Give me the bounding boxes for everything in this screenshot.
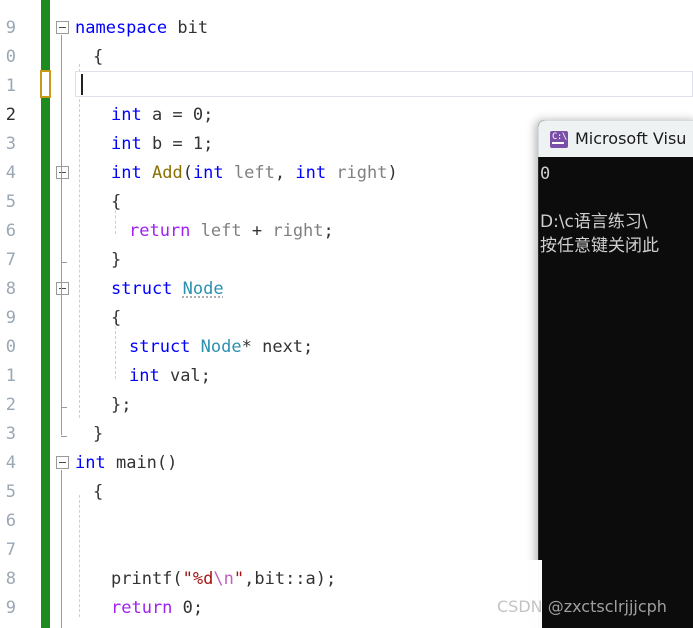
- code-token: return: [111, 598, 173, 618]
- code-token: ": [233, 569, 245, 589]
- code-token: struct: [111, 279, 173, 299]
- code-token: int: [75, 453, 106, 473]
- console-output-line: 按任意键关闭此: [540, 236, 659, 256]
- fold-region-end: [61, 407, 67, 408]
- code-token: }: [111, 250, 122, 270]
- code-token: struct: [129, 337, 191, 357]
- code-token: (): [156, 453, 178, 473]
- code-line[interactable]: }: [111, 246, 121, 275]
- code-token: 0: [182, 598, 193, 618]
- code-token: int: [111, 134, 142, 154]
- code-token: left: [200, 221, 242, 241]
- code-token: Node: [200, 337, 242, 357]
- code-token: \n: [213, 569, 234, 589]
- code-token: {: [93, 47, 104, 67]
- console-window-title: Microsoft Visu: [575, 129, 687, 148]
- code-token: ): [387, 163, 398, 183]
- code-line[interactable]: int Add(int left, int right): [111, 159, 398, 188]
- code-line[interactable]: {: [111, 188, 121, 217]
- code-line[interactable]: return 0;: [111, 594, 203, 623]
- code-token: ;: [203, 134, 214, 154]
- code-line[interactable]: int main(): [75, 449, 177, 478]
- code-token: b =: [141, 134, 193, 154]
- cmd-prompt-icon-underline: [552, 142, 564, 144]
- code-token: 1: [192, 134, 204, 154]
- code-line[interactable]: return left + right;: [129, 217, 334, 246]
- cmd-prompt-icon-text: C:\: [552, 132, 567, 142]
- code-token: }: [93, 424, 104, 444]
- fold-guide-line: [61, 470, 62, 628]
- code-token: {: [111, 192, 122, 212]
- code-token: right: [272, 221, 324, 241]
- code-token: Add: [151, 163, 183, 183]
- code-token: (: [182, 163, 193, 183]
- code-token: };: [111, 395, 132, 415]
- console-output-line: D:\c语言练习\: [540, 212, 648, 232]
- code-line[interactable]: int a = 0;: [111, 101, 213, 130]
- code-line[interactable]: printf("%d\n",bit::a);: [111, 565, 336, 594]
- code-token: namespace: [75, 18, 168, 38]
- code-token: printf: [111, 569, 173, 589]
- code-token: ,bit::a);: [244, 569, 337, 589]
- code-token: (: [172, 569, 183, 589]
- code-line[interactable]: int b = 1;: [111, 130, 213, 159]
- code-token: int: [295, 163, 327, 183]
- code-token: main: [115, 453, 157, 473]
- code-token: ,: [274, 163, 296, 183]
- console-output-line: 0: [540, 164, 551, 184]
- code-token: +: [241, 221, 273, 241]
- fold-guide-line: [61, 180, 62, 261]
- code-token: ;: [323, 221, 334, 241]
- code-line[interactable]: }: [93, 623, 103, 628]
- code-token: bit: [167, 18, 209, 38]
- fold-region-end: [61, 262, 67, 263]
- code-token: ;: [203, 105, 214, 125]
- console-output-area[interactable]: 0 D:\c语言练习\ 按任意键关闭此: [538, 157, 693, 628]
- code-token: "%d: [182, 569, 214, 589]
- code-token: right: [336, 163, 388, 183]
- code-token: Node: [182, 279, 224, 299]
- fold-region-end: [61, 436, 67, 437]
- code-token: {: [111, 308, 122, 328]
- code-line[interactable]: {: [93, 478, 103, 507]
- code-token: int: [129, 366, 160, 386]
- code-token: int: [111, 105, 142, 125]
- code-token: int: [192, 163, 224, 183]
- screenshot-root: 9012345678901234567890 namespace bit{int…: [0, 0, 693, 628]
- code-token: left: [233, 163, 275, 183]
- code-token: 0: [192, 105, 204, 125]
- code-token: return: [129, 221, 191, 241]
- code-line[interactable]: int val;: [129, 362, 211, 391]
- code-token: a =: [141, 105, 193, 125]
- code-token: val;: [159, 366, 211, 386]
- code-token: ;: [192, 598, 204, 618]
- fold-guide-line: [61, 296, 62, 406]
- console-window[interactable]: C:\ Microsoft Visu 0 D:\c语言练习\ 按任意键关闭此: [538, 120, 693, 628]
- console-title-bar[interactable]: C:\ Microsoft Visu: [538, 120, 693, 157]
- code-line[interactable]: struct Node: [111, 275, 224, 304]
- code-line[interactable]: {: [93, 43, 103, 72]
- cmd-prompt-icon: C:\: [550, 131, 568, 148]
- code-line[interactable]: }: [93, 420, 103, 449]
- code-line[interactable]: struct Node* next;: [129, 333, 313, 362]
- csdn-watermark: CSDN @zxctsclrjjjcph: [497, 597, 667, 616]
- code-token: {: [93, 482, 104, 502]
- code-line[interactable]: {: [111, 304, 121, 333]
- code-line[interactable]: };: [111, 391, 131, 420]
- code-line[interactable]: namespace bit: [75, 14, 208, 43]
- code-token: int: [111, 163, 142, 183]
- code-token: * next;: [241, 337, 314, 357]
